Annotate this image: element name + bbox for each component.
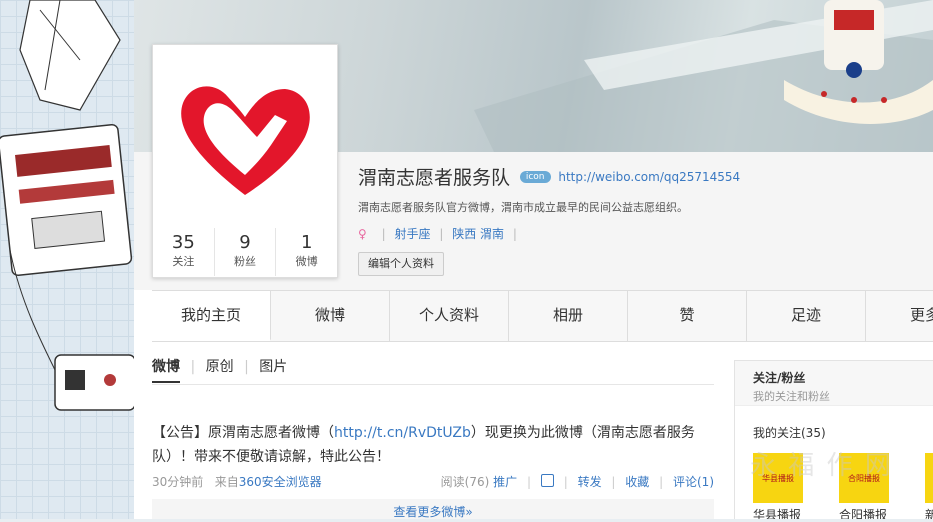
follow-avatar[interactable] (925, 453, 933, 503)
follow-name[interactable]: 合阳播报 (839, 506, 925, 519)
follow-item[interactable]: 合阳播报 合阳播报 (839, 453, 925, 519)
profile-stats: 35 关注 9 粉丝 1 微博 (153, 228, 337, 276)
tag-zodiac[interactable]: 射手座 (395, 227, 431, 241)
tag-divider: | (381, 227, 386, 241)
left-decoration (0, 0, 136, 519)
volunteer-heart-logo (181, 86, 310, 195)
subtab-divider: | (190, 359, 196, 375)
stat-fans-num: 9 (239, 232, 251, 253)
post-time[interactable]: 30分钟前 (152, 475, 203, 489)
profile-name-row: 渭南志愿者服务队 icon http://weibo.com/qq2571455… (358, 163, 740, 190)
feed: 微博 | 原创 | 图片 【公告】原渭南志愿者微博（http://t.cn/Rv… (152, 350, 714, 519)
subtab-images[interactable]: 图片 (259, 359, 287, 375)
retro-console-illustration (0, 0, 136, 411)
female-icon: ♀ (358, 227, 367, 241)
tab-footprint[interactable]: 足迹 (747, 291, 866, 341)
tag-divider: | (439, 227, 444, 241)
post-source[interactable]: 360安全浏览器 (239, 475, 322, 489)
follow-item[interactable]: 华县播报 华县播报 (753, 453, 839, 519)
tab-likes[interactable]: 赞 (628, 291, 747, 341)
subtab-weibo[interactable]: 微博 (152, 359, 180, 383)
post-actions: 阅读(76) 推广 | | 转发 | 收藏 | 评论(1) (441, 473, 714, 490)
follow-sidebar: 关注/粉丝 我的关注和粉丝 我的关注(35) 华县播报 华县播报 合阳播报 合阳… (734, 360, 933, 519)
more-posts-link[interactable]: 查看更多微博» (152, 499, 714, 519)
stat-following[interactable]: 35 关注 (153, 228, 215, 276)
profile-description: 渭南志愿者服务队官方微博，渭南市成立最早的民间公益志愿组织。 (358, 201, 688, 214)
post-meta: 30分钟前 来自360安全浏览器 阅读(76) 推广 | | 转发 | 收藏 |… (152, 473, 714, 493)
follow-avatar[interactable]: 华县播报 (753, 453, 803, 503)
sidebar-header: 关注/粉丝 我的关注和粉丝 (735, 361, 933, 406)
stat-fans[interactable]: 9 粉丝 (215, 228, 277, 276)
tag-divider: | (512, 227, 517, 241)
post-from-label: 来自 (214, 475, 239, 489)
stat-posts[interactable]: 1 微博 (276, 228, 337, 276)
stat-following-num: 35 (171, 232, 195, 253)
follow-name[interactable]: 新 (925, 506, 933, 519)
stat-fans-label: 粉丝 (234, 255, 256, 268)
follow-avatar[interactable]: 合阳播报 (839, 453, 889, 503)
follow-count[interactable]: 我的关注(35) (735, 406, 933, 441)
sidebar-subtitle: 我的关注和粉丝 (753, 390, 830, 403)
follow-item[interactable]: 新 (925, 453, 933, 519)
forward-button[interactable]: 转发 (578, 475, 602, 489)
comment-button[interactable]: 评论(1) (673, 475, 714, 489)
action-divider: | (563, 475, 568, 489)
tag-location[interactable]: 陕西 渭南 (452, 227, 504, 241)
main-tabs: 我的主页 微博 个人资料 相册 赞 足迹 更多 (152, 290, 933, 342)
feed-subtabs: 微博 | 原创 | 图片 (152, 350, 714, 385)
avatar-card: 35 关注 9 粉丝 1 微博 (152, 44, 338, 278)
post-link[interactable]: http://t.cn/RvDtUZb (334, 425, 471, 441)
edit-profile-button[interactable]: 编辑个人资料 (358, 252, 444, 276)
tab-home[interactable]: 我的主页 (152, 291, 271, 341)
stat-posts-label: 微博 (295, 255, 318, 268)
stat-posts-num: 1 (300, 232, 313, 253)
stat-following-label: 关注 (172, 255, 195, 268)
sidebar-title[interactable]: 关注/粉丝 (753, 369, 916, 386)
profile-name: 渭南志愿者服务队 (358, 167, 511, 189)
post-text-prefix: 【公告】原渭南志愿者微博（ (152, 425, 334, 441)
action-divider: | (526, 475, 532, 489)
tab-more[interactable]: 更多 (866, 291, 933, 341)
tab-weibo[interactable]: 微博 (271, 291, 390, 341)
action-divider: | (611, 475, 616, 489)
follow-name[interactable]: 华县播报 (753, 506, 839, 519)
post-content: 【公告】原渭南志愿者微博（http://t.cn/RvDtUZb）现更换为此微博… (152, 421, 714, 469)
promote-button[interactable]: 推广 (493, 475, 517, 489)
thumbs-up-icon[interactable] (540, 474, 554, 487)
follow-list: 华县播报 华县播报 合阳播报 合阳播报 新 (753, 453, 933, 519)
post-read-count: 阅读(76) (440, 475, 490, 489)
verified-badge-icon[interactable]: icon (519, 170, 551, 183)
tab-album[interactable]: 相册 (509, 291, 628, 341)
action-divider: | (659, 475, 664, 489)
tab-profile[interactable]: 个人资料 (390, 291, 509, 341)
subtab-original[interactable]: 原创 (206, 359, 234, 375)
favorite-button[interactable]: 收藏 (625, 475, 649, 489)
main-panel: 35 关注 9 粉丝 1 微博 渭南志愿者服务队 icon http://wei… (134, 0, 933, 519)
profile-url-link[interactable]: http://weibo.com/qq25714554 (558, 170, 740, 184)
profile-tags: ♀ | 射手座 | 陕西 渭南 | (358, 225, 522, 242)
subtab-divider: | (244, 359, 249, 375)
